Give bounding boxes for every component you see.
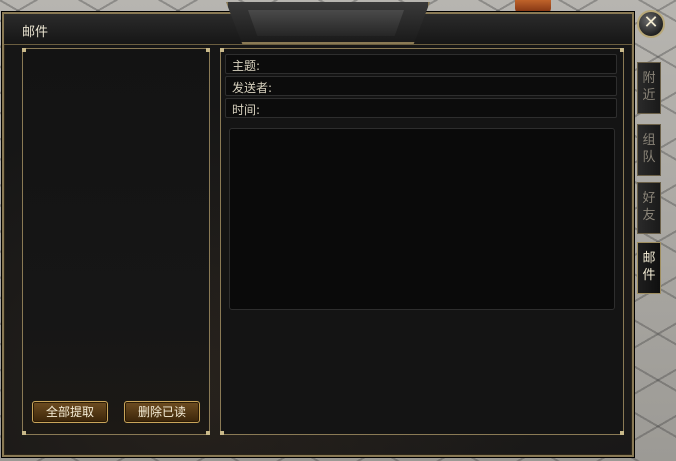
window-title: 邮件: [22, 25, 49, 40]
subject-label: 主题:: [232, 59, 261, 73]
close-button[interactable]: ✕: [637, 10, 665, 38]
tab-friends[interactable]: 好友: [637, 182, 661, 234]
corner-ornament: [220, 431, 224, 435]
corner-ornament: [620, 48, 624, 52]
time-label: 时间:: [232, 103, 261, 117]
delete-read-button[interactable]: 删除已读: [124, 401, 200, 423]
corner-ornament: [620, 431, 624, 435]
tab-team-label: 组队: [642, 133, 656, 165]
subject-row: 主题:: [225, 54, 617, 74]
tab-friends-label: 好友: [642, 191, 656, 223]
collect-all-button[interactable]: 全部提取: [32, 401, 108, 423]
mail-list-panel[interactable]: [22, 48, 210, 435]
mail-body-area[interactable]: [229, 128, 615, 310]
tab-nearby-label: 附近: [642, 71, 656, 103]
sender-label: 发送者:: [232, 81, 273, 95]
corner-ornament: [220, 48, 224, 52]
corner-ornament: [22, 431, 26, 435]
corner-ornament: [22, 48, 26, 52]
tab-nearby[interactable]: 附近: [637, 62, 661, 114]
tab-mail-label: 邮件: [642, 251, 656, 283]
time-row: 时间:: [225, 98, 617, 118]
corner-ornament: [206, 431, 210, 435]
tab-mail[interactable]: 邮件: [637, 242, 661, 294]
title-ornament-inner: [248, 10, 404, 36]
corner-ornament: [206, 48, 210, 52]
mail-window: 邮件 主题: 发送者: 时间: 全部提取 删除已读: [2, 2, 634, 457]
mail-detail-panel: 主题: 发送者: 时间:: [220, 48, 624, 435]
tab-team[interactable]: 组队: [637, 124, 661, 176]
sender-row: 发送者:: [225, 76, 617, 96]
